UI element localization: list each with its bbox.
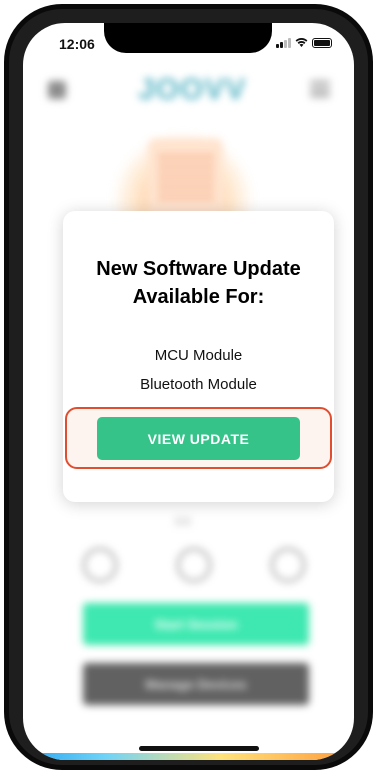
session-timer: 0:0 <box>175 516 191 528</box>
notch <box>104 23 272 53</box>
modal-title-line1: New Software Update <box>96 258 301 280</box>
joovv-logo: JOOVV <box>138 73 247 106</box>
view-update-button[interactable]: VIEW UPDATE <box>97 417 300 460</box>
status-icons <box>276 37 332 48</box>
mode-icon-button[interactable] <box>177 548 211 582</box>
phone-screen: 12:06 JOOVV 0:0 Start Session Manage Dev… <box>23 23 354 760</box>
module-mcu: MCU Module <box>154 347 243 364</box>
wifi-icon <box>295 38 308 47</box>
software-update-modal: New Software Update Available For: MCU M… <box>63 211 334 502</box>
device-menu-icon[interactable] <box>48 81 66 99</box>
brightness-icon-button[interactable] <box>271 548 305 582</box>
status-time: 12:06 <box>59 36 95 52</box>
home-indicator[interactable] <box>139 746 259 751</box>
signal-icon <box>276 37 291 48</box>
battery-icon <box>312 37 332 48</box>
start-session-button[interactable]: Start Session <box>83 603 309 645</box>
modal-title-line2: Available For: <box>132 286 265 308</box>
module-bluetooth: Bluetooth Module <box>140 376 257 393</box>
manage-devices-button[interactable]: Manage Devices <box>83 663 309 705</box>
bottom-color-strip <box>23 753 354 760</box>
hamburger-menu-icon[interactable] <box>310 81 330 97</box>
timer-icon-button[interactable] <box>83 548 117 582</box>
modal-title: New Software Update Available For: <box>63 255 334 311</box>
